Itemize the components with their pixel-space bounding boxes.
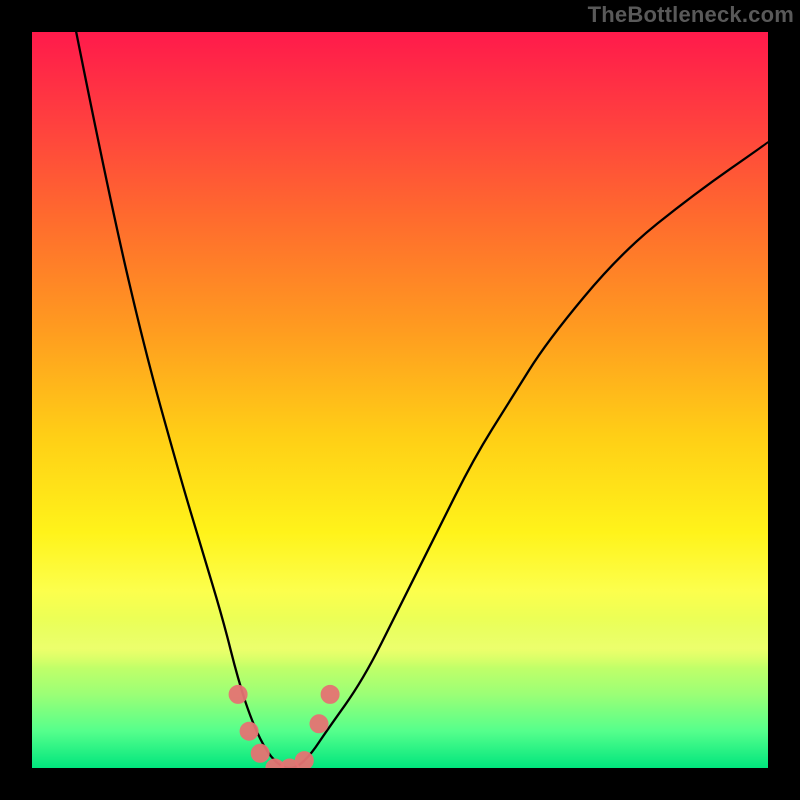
- bottleneck-curve: [76, 32, 768, 768]
- data-point-markers: [229, 685, 339, 768]
- data-point: [321, 685, 339, 703]
- data-point: [251, 744, 269, 762]
- data-point: [310, 715, 328, 733]
- data-point: [229, 685, 247, 703]
- watermark-label: TheBottleneck.com: [588, 2, 794, 28]
- data-point: [240, 722, 258, 740]
- curve-svg: [32, 32, 768, 768]
- plot-area: [32, 32, 768, 768]
- data-point: [295, 752, 313, 768]
- chart-frame: TheBottleneck.com: [0, 0, 800, 800]
